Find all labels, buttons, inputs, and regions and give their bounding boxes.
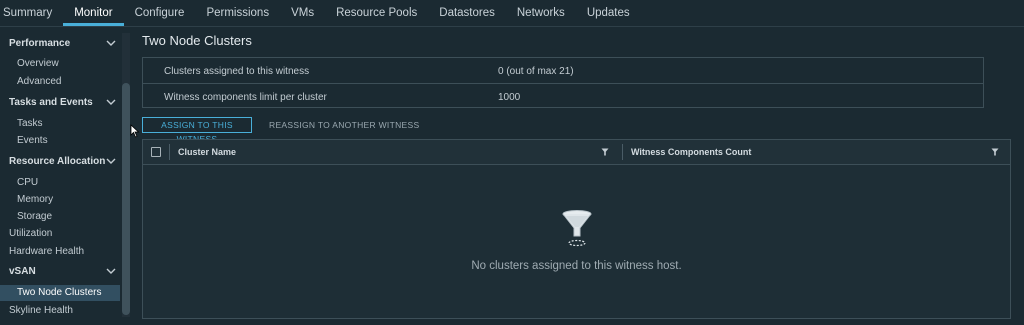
tab-resource-pools[interactable]: Resource Pools bbox=[325, 0, 428, 26]
sidebar-item-cpu[interactable]: CPU bbox=[17, 177, 38, 188]
chevron-down-icon bbox=[106, 158, 116, 164]
column-header-cluster-name[interactable]: Cluster Name bbox=[178, 147, 236, 157]
sidebar-item-utilization[interactable]: Utilization bbox=[9, 228, 52, 239]
sidebar-section-resource-allocation[interactable]: Resource Allocation bbox=[9, 156, 117, 167]
scrollbar-thumb[interactable] bbox=[122, 83, 130, 315]
tab-bar: Summary Monitor Configure Permissions VM… bbox=[0, 0, 1024, 27]
info-label: Clusters assigned to this witness bbox=[164, 66, 310, 77]
tab-networks[interactable]: Networks bbox=[506, 0, 576, 26]
info-value: 1000 bbox=[498, 92, 521, 103]
witness-info-panel: Clusters assigned to this witness 0 (out… bbox=[142, 57, 984, 108]
tab-datastores[interactable]: Datastores bbox=[428, 0, 506, 26]
sidebar-section-label: Tasks and Events bbox=[9, 97, 93, 108]
sidebar-item-overview[interactable]: Overview bbox=[17, 58, 59, 69]
funnel-icon bbox=[562, 210, 591, 247]
sidebar-scrollbar[interactable] bbox=[122, 33, 130, 317]
tab-monitor[interactable]: Monitor bbox=[63, 0, 124, 26]
sidebar-section-label: Performance bbox=[9, 38, 71, 49]
filter-icon[interactable] bbox=[601, 148, 609, 156]
sidebar-item-storage[interactable]: Storage bbox=[17, 211, 52, 222]
info-row: Clusters assigned to this witness 0 (out… bbox=[143, 58, 983, 83]
sidebar-section-tasks-events[interactable]: Tasks and Events bbox=[9, 97, 117, 108]
chevron-down-icon bbox=[106, 99, 116, 105]
empty-message: No clusters assigned to this witness hos… bbox=[471, 260, 682, 272]
assign-to-witness-button[interactable]: ASSIGN TO THIS WITNESS bbox=[142, 117, 252, 144]
sidebar-item-tasks[interactable]: Tasks bbox=[17, 118, 43, 129]
sidebar-item-two-node-clusters[interactable]: Two Node Clusters bbox=[0, 285, 120, 301]
tab-updates[interactable]: Updates bbox=[576, 0, 641, 26]
tab-summary[interactable]: Summary bbox=[0, 0, 63, 26]
page-title: Two Node Clusters bbox=[142, 33, 252, 48]
empty-state bbox=[143, 208, 1010, 251]
chevron-down-icon bbox=[106, 40, 116, 46]
filter-icon[interactable] bbox=[991, 148, 999, 156]
sidebar-section-performance[interactable]: Performance bbox=[9, 38, 117, 49]
tab-configure[interactable]: Configure bbox=[124, 0, 196, 26]
clusters-datagrid: Cluster Name Witness Components Count No… bbox=[142, 139, 1011, 319]
sidebar-item-hardware-health[interactable]: Hardware Health bbox=[9, 246, 84, 257]
sidebar-item-events[interactable]: Events bbox=[17, 135, 48, 146]
mouse-cursor-icon bbox=[130, 124, 140, 138]
sidebar-item-memory[interactable]: Memory bbox=[17, 194, 53, 205]
sidebar-item-label: Two Node Clusters bbox=[17, 287, 102, 298]
sidebar-section-label: vSAN bbox=[9, 266, 36, 277]
sidebar-item-skyline-health[interactable]: Skyline Health bbox=[9, 305, 73, 316]
tab-permissions[interactable]: Permissions bbox=[195, 0, 280, 26]
sidebar-section-label: Resource Allocation bbox=[9, 156, 106, 167]
reassign-to-another-witness-button[interactable]: REASSIGN TO ANOTHER WITNESS bbox=[269, 117, 419, 133]
column-header-witness-components-count[interactable]: Witness Components Count bbox=[631, 147, 751, 157]
sidebar: Performance Overview Advanced Tasks and … bbox=[0, 27, 122, 325]
info-row: Witness components limit per cluster 100… bbox=[143, 83, 983, 109]
tab-vms[interactable]: VMs bbox=[280, 0, 325, 26]
info-label: Witness components limit per cluster bbox=[164, 92, 327, 103]
chevron-down-icon bbox=[106, 268, 116, 274]
select-all-checkbox[interactable] bbox=[151, 147, 161, 157]
sidebar-item-advanced[interactable]: Advanced bbox=[17, 76, 61, 87]
column-divider bbox=[622, 144, 623, 160]
datagrid-header: Cluster Name Witness Components Count bbox=[143, 140, 1010, 165]
column-divider bbox=[169, 144, 170, 160]
info-value: 0 (out of max 21) bbox=[498, 66, 574, 77]
sidebar-section-vsan[interactable]: vSAN bbox=[9, 266, 117, 277]
